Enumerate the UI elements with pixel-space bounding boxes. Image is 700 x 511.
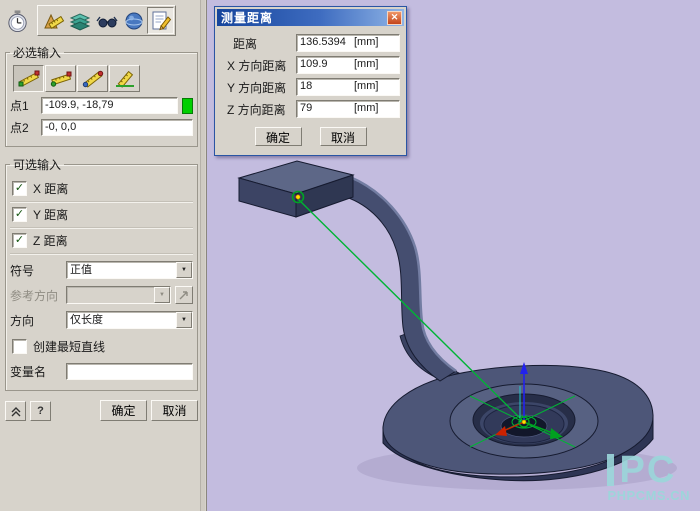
sign-row: 符号 正值 ▼	[10, 261, 193, 279]
point1-row: 点1 -109.9, -18,79	[10, 97, 193, 114]
required-input-group: 必选输入	[5, 44, 198, 147]
checkbox-x-distance[interactable]: ✓ X 距离	[10, 176, 193, 202]
direction-label: 方向	[10, 312, 62, 329]
toolbar-group	[37, 5, 176, 36]
sign-value: 正值	[67, 262, 176, 278]
panel-ok-button[interactable]: 确定	[100, 400, 147, 421]
measure-distance-panel: 必选输入	[0, 0, 207, 511]
dialog-ok-button[interactable]: 确定	[255, 127, 302, 146]
chevron-down-icon[interactable]: ▼	[176, 262, 192, 278]
create-shortest-line-label: 创建最短直线	[33, 338, 105, 355]
sign-label: 符号	[10, 262, 62, 279]
required-group-title: 必选输入	[10, 44, 64, 61]
x-distance-field[interactable]: 109.9 [mm]	[296, 56, 400, 74]
panel-cancel-button[interactable]: 取消	[151, 400, 198, 421]
dialog-titlebar[interactable]: 测量距离 ✕	[217, 9, 404, 26]
checkbox-y-distance[interactable]: ✓ Y 距离	[10, 202, 193, 228]
checkbox-icon[interactable]: ✓	[12, 207, 27, 222]
z-distance-label: Z 方向距离	[221, 101, 291, 118]
watermark: PC PHPCMS.CN	[607, 452, 690, 503]
measure-point-to-point-button[interactable]	[13, 65, 44, 92]
panel-footer: ? 确定 取消	[5, 400, 198, 421]
measure-point-to-object-button[interactable]	[45, 65, 76, 92]
point2-input[interactable]: -0, 0,0	[41, 119, 193, 136]
checkbox-icon[interactable]: ✓	[12, 233, 27, 248]
watermark-logo: PC	[619, 452, 676, 488]
checkbox-create-shortest-line[interactable]: 创建最短直线	[10, 335, 193, 358]
panel-toolbar	[4, 5, 199, 36]
checkbox-icon[interactable]: ✓	[12, 181, 27, 196]
vector-dialog-button	[175, 286, 193, 304]
measure-distance-dialog: 测量距离 ✕ 距离 136.5394 [mm] X 方向距离 109.9 [mm…	[214, 6, 407, 156]
point1-label: 点1	[10, 97, 37, 114]
reference-direction-label: 参考方向	[10, 287, 62, 304]
x-distance-label: X 方向距离	[221, 57, 291, 74]
direction-dropdown[interactable]: 仅长度 ▼	[66, 311, 193, 329]
chevron-down-icon: ▼	[154, 287, 170, 303]
direction-value: 仅长度	[67, 312, 176, 328]
chevron-down-icon[interactable]: ▼	[176, 312, 192, 328]
sphere-icon[interactable]	[120, 7, 147, 34]
close-icon[interactable]: ✕	[387, 11, 402, 25]
watermark-bar	[607, 454, 614, 486]
edit-note-icon[interactable]	[147, 7, 174, 34]
point2-row: 点2 -0, 0,0	[10, 119, 193, 136]
checkbox-x-label: X 距离	[33, 180, 68, 197]
z-distance-row: Z 方向距离 79 [mm]	[221, 100, 400, 118]
measure-object-to-object-button[interactable]	[77, 65, 108, 92]
dialog-title: 测量距离	[221, 9, 387, 26]
checkbox-icon[interactable]	[12, 339, 27, 354]
checkbox-y-label: Y 距离	[33, 206, 68, 223]
layers-icon[interactable]	[66, 7, 93, 34]
collapse-button[interactable]	[5, 401, 26, 421]
sign-dropdown[interactable]: 正值 ▼	[66, 261, 193, 279]
y-distance-field[interactable]: 18 [mm]	[296, 78, 400, 96]
y-distance-row: Y 方向距离 18 [mm]	[221, 78, 400, 96]
distance-field[interactable]: 136.5394 [mm]	[296, 34, 400, 52]
panel-scroll-groove[interactable]	[200, 0, 205, 511]
variable-name-row: 变量名	[10, 363, 193, 380]
optional-input-group: 可选输入 ✓ X 距离 ✓ Y 距离 ✓ Z 距离 符号 正值 ▼	[5, 156, 198, 391]
variable-name-label: 变量名	[10, 363, 62, 380]
model-bracket	[239, 161, 677, 490]
checkbox-z-distance[interactable]: ✓ Z 距离	[10, 228, 193, 254]
help-button[interactable]: ?	[30, 401, 51, 421]
distance-label: 距离	[221, 35, 291, 52]
checkbox-z-label: Z 距离	[33, 232, 68, 249]
measure-cone-icon[interactable]	[39, 7, 66, 34]
reference-direction-value	[67, 287, 154, 303]
direction-row: 方向 仅长度 ▼	[10, 311, 193, 329]
dialog-cancel-button[interactable]: 取消	[320, 127, 367, 146]
point1-input[interactable]: -109.9, -18,79	[41, 97, 178, 114]
arm-face	[346, 177, 456, 381]
glasses-icon[interactable]	[93, 7, 120, 34]
reference-direction-dropdown: ▼	[66, 286, 171, 304]
x-distance-row: X 方向距离 109.9 [mm]	[221, 56, 400, 74]
measure-projected-button[interactable]	[109, 65, 140, 92]
dialog-buttons: 确定 取消	[221, 127, 400, 146]
variable-name-input[interactable]	[66, 363, 193, 380]
stopwatch-icon[interactable]	[4, 7, 31, 34]
optional-group-title: 可选输入	[10, 156, 64, 173]
measure-line	[298, 199, 523, 421]
app-window: PC PHPCMS.CN	[0, 0, 700, 511]
dialog-body: 距离 136.5394 [mm] X 方向距离 109.9 [mm] Y 方向距…	[217, 26, 404, 153]
point1-status-indicator	[182, 98, 193, 114]
y-distance-label: Y 方向距离	[221, 79, 291, 96]
watermark-text: PHPCMS.CN	[607, 488, 690, 503]
z-distance-field[interactable]: 79 [mm]	[296, 100, 400, 118]
distance-type-toolbar	[13, 65, 193, 92]
point2-label: 点2	[10, 119, 37, 136]
reference-direction-row: 参考方向 ▼	[10, 286, 193, 304]
distance-row: 距离 136.5394 [mm]	[221, 34, 400, 52]
